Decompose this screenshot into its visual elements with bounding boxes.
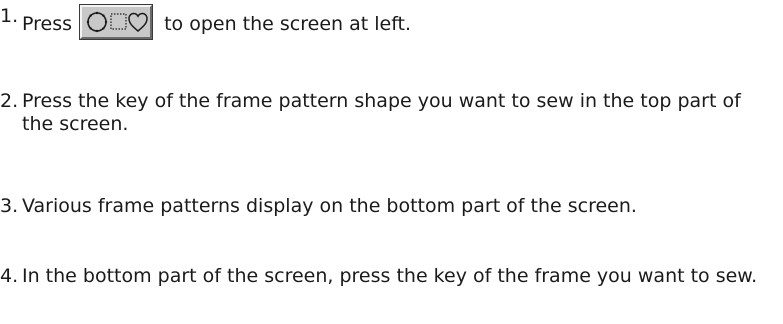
step-text: Various frame patterns display on the bo… [22, 195, 637, 217]
frame-shapes-button[interactable] [79, 4, 154, 40]
step-number: 4. [0, 265, 19, 287]
step-2: 2. Press the key of the frame pattern sh… [0, 90, 783, 136]
frame-shapes-icon [86, 11, 148, 33]
step-3: 3. Various frame patterns display on the… [0, 195, 783, 218]
step-number: 1. [0, 5, 19, 27]
step-text-before: Press [22, 13, 73, 35]
step-text: Press to open the screen at left. [22, 4, 774, 40]
step-1: 1. Press to open the screen at left. [0, 4, 783, 40]
step-number: 3. [0, 195, 19, 217]
step-text-after: to open the screen at left. [164, 13, 412, 35]
step-number: 2. [0, 90, 19, 112]
step-text: Press the key of the frame pattern shape… [22, 90, 741, 135]
step-text: In the bottom part of the screen, press … [22, 265, 758, 287]
step-4: 4. In the bottom part of the screen, pre… [0, 265, 783, 288]
